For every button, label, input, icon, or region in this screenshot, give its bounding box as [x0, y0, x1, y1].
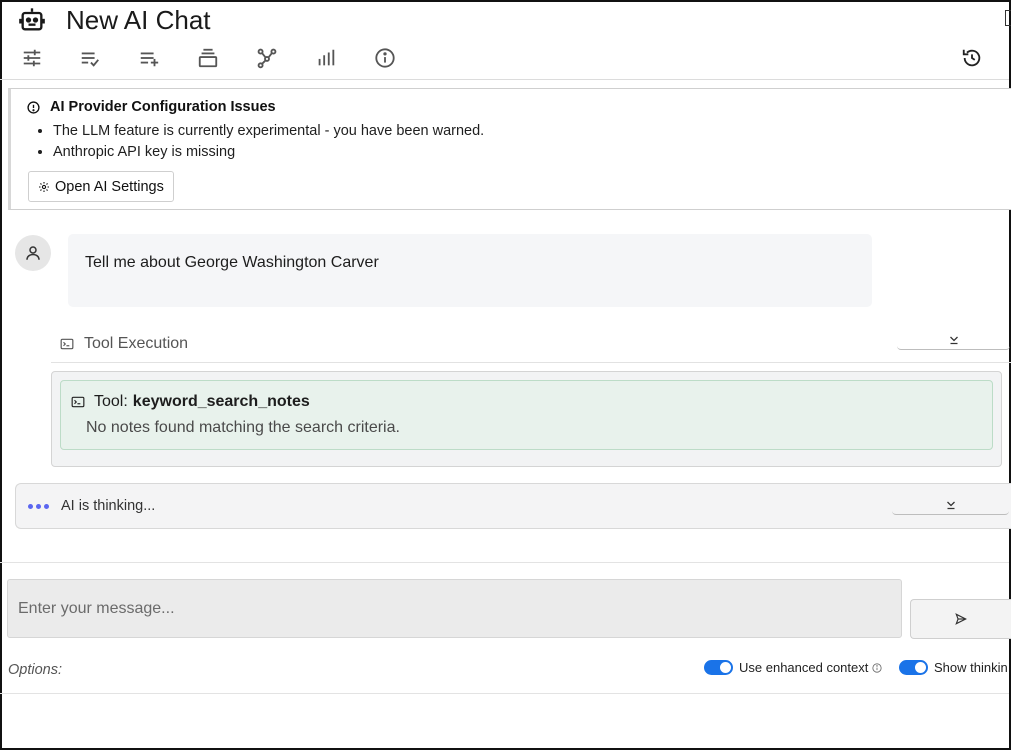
tool-result-card: Tool: keyword_search_notes No notes foun… — [60, 380, 993, 450]
bar-chart-icon[interactable] — [312, 44, 340, 72]
graph-nodes-icon[interactable] — [253, 44, 281, 72]
terminal-icon — [60, 338, 74, 349]
stack-icon[interactable] — [194, 44, 222, 72]
thinking-expand[interactable] — [892, 491, 1009, 515]
config-alert: AI Provider Configuration Issues The LLM… — [8, 88, 1011, 210]
options-label: Options: — [8, 662, 62, 678]
show-thinking-option: Show thinkin — [899, 660, 1008, 675]
thinking-label: AI is thinking... — [61, 498, 156, 514]
panel-edge-icon — [1005, 10, 1011, 26]
robot-icon — [19, 8, 45, 31]
tool-execution-label: Tool Execution — [84, 334, 189, 352]
composer-divider — [0, 562, 1009, 563]
show-thinking-toggle[interactable] — [899, 660, 928, 675]
thinking-indicator: AI is thinking... — [15, 483, 1011, 529]
gear-icon — [39, 181, 49, 192]
list-check-icon[interactable] — [76, 44, 104, 72]
alert-list: The LLM feature is currently experimenta… — [27, 121, 1011, 163]
info-icon[interactable] — [872, 662, 882, 673]
tool-execution-expand[interactable] — [897, 326, 1010, 350]
send-icon — [955, 613, 967, 625]
message-input[interactable] — [7, 579, 902, 638]
user-icon — [26, 246, 40, 260]
open-ai-settings-button[interactable]: Open AI Settings — [28, 171, 174, 202]
show-thinking-label: Show thinkin — [934, 660, 1008, 675]
alert-title: AI Provider Configuration Issues — [27, 99, 1011, 115]
alert-item: The LLM feature is currently experimenta… — [53, 121, 1011, 142]
list-add-icon[interactable] — [135, 44, 163, 72]
alert-info-icon — [27, 100, 40, 114]
options-divider — [0, 693, 1009, 694]
tool-panel: Tool: keyword_search_notes No notes foun… — [51, 371, 1002, 467]
tool-line: Tool: keyword_search_notes — [71, 393, 992, 411]
tool-execution-toggle[interactable]: Tool Execution — [51, 325, 1011, 363]
send-button[interactable] — [910, 599, 1011, 639]
open-ai-settings-label: Open AI Settings — [55, 178, 164, 195]
enhanced-context-label: Use enhanced context — [739, 660, 869, 675]
thinking-dots-icon — [28, 503, 52, 509]
tool-prefix: Tool: — [94, 393, 128, 410]
terminal-icon — [71, 396, 85, 408]
info-icon[interactable] — [371, 44, 399, 72]
tool-name: keyword_search_notes — [132, 393, 310, 410]
enhanced-context-option: Use enhanced context — [704, 660, 882, 675]
toolbar — [18, 44, 998, 74]
chat-title: New AI Chat — [66, 4, 211, 35]
chevron-down-icon — [946, 501, 955, 510]
chevron-down-icon — [949, 336, 958, 345]
toolbar-divider — [0, 79, 1009, 80]
tool-result-text: No notes found matching the search crite… — [86, 419, 400, 436]
enhanced-context-toggle[interactable] — [704, 660, 733, 675]
title-bar: New AI Chat — [18, 2, 211, 38]
alert-item: Anthropic API key is missing — [53, 142, 1011, 163]
user-message: Tell me about George Washington Carver — [68, 234, 872, 307]
user-avatar — [15, 235, 51, 271]
settings-sliders-icon[interactable] — [18, 44, 46, 72]
history-icon[interactable] — [958, 44, 986, 72]
alert-title-text: AI Provider Configuration Issues — [50, 99, 276, 115]
